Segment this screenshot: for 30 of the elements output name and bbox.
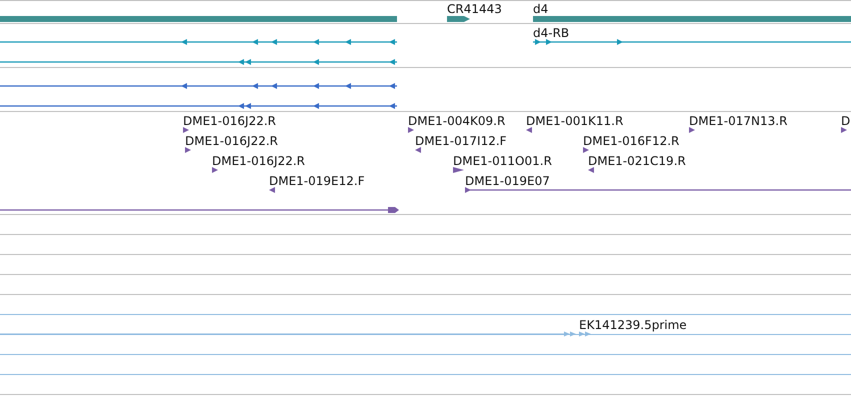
feature-label: DME1-016J22.R (183, 115, 276, 127)
feature-label: DME1-017N13.R (689, 115, 788, 127)
feature-label: DME1-001K11.R (526, 115, 624, 127)
gene-bar[interactable] (447, 16, 470, 22)
feature-label: DME1-019E12.F (269, 175, 365, 187)
read-label: EK141239.5prime (579, 319, 687, 331)
feature-label: DME1-016J22.R (212, 155, 306, 167)
feature-label: DME1-011O01.R (453, 155, 552, 167)
feature-glyph[interactable] (689, 127, 695, 133)
feature-label: DME1-016F12.R (583, 135, 680, 147)
transcript-label: d4-RB (533, 27, 570, 39)
feature-label: DME1-004K09.R (408, 115, 506, 127)
feature-label: D (841, 115, 850, 127)
feature-glyph[interactable] (526, 127, 532, 133)
feature-label: DME1-021C19.R (588, 155, 686, 167)
feature-glyph[interactable] (841, 127, 847, 133)
feature-label: DME1-016J22.R (185, 135, 278, 147)
feature-label: DME1-019E07 (465, 175, 550, 187)
gene-label: d4 (533, 3, 548, 15)
feature-glyph[interactable] (212, 167, 218, 173)
feature-glyph[interactable] (183, 127, 189, 133)
feature-glyph[interactable] (408, 127, 414, 133)
feature-glyph[interactable] (415, 147, 421, 153)
feature-glyph[interactable] (588, 167, 594, 173)
feature-label: DME1-017I12.F (415, 135, 507, 147)
feature-glyph[interactable] (453, 167, 464, 173)
feature-glyph[interactable] (185, 147, 191, 153)
feature-glyph[interactable] (583, 147, 589, 153)
gene-label: CR41443 (447, 3, 502, 15)
feature-glyph[interactable] (269, 187, 275, 193)
